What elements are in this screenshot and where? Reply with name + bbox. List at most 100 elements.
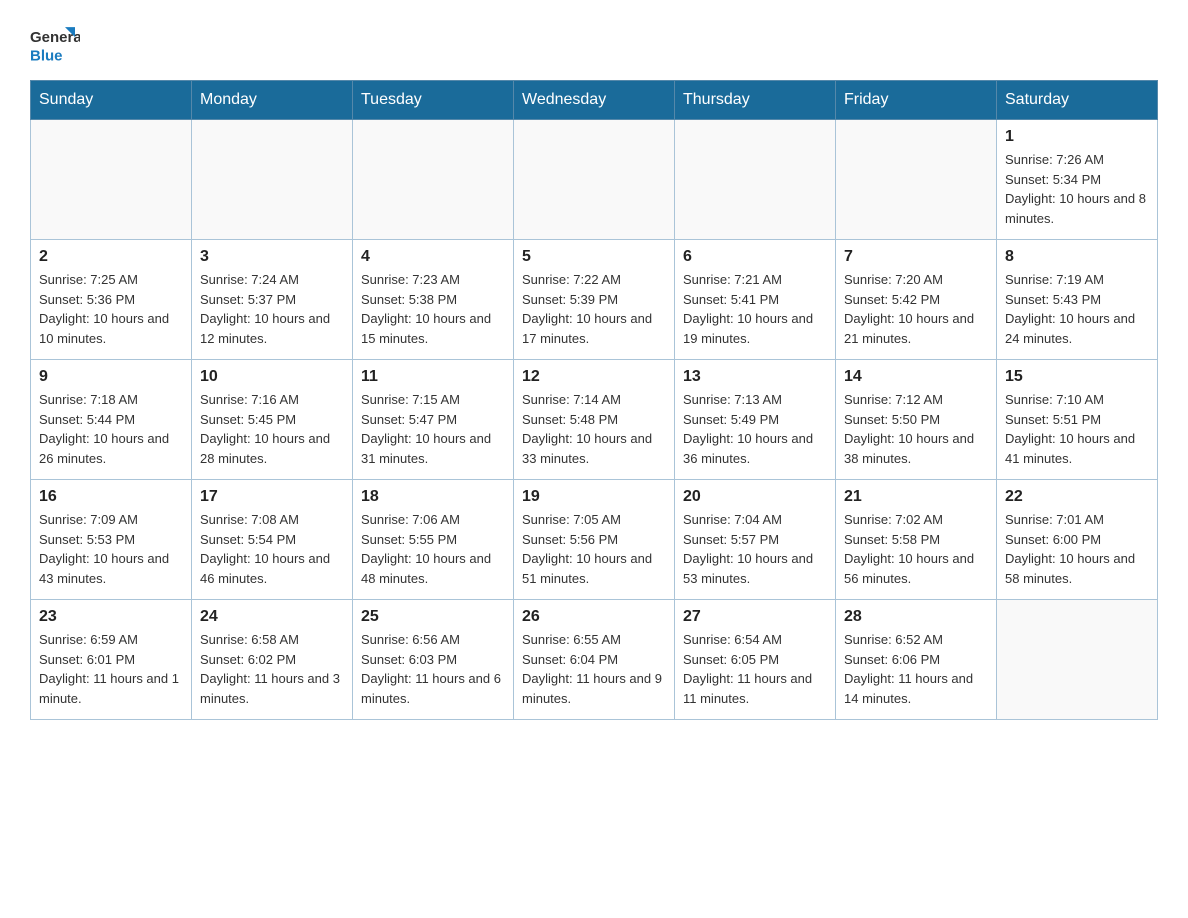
- calendar-cell: 7 Sunrise: 7:20 AMSunset: 5:42 PMDaylight…: [836, 240, 997, 360]
- day-number: 2: [39, 248, 183, 266]
- day-number: 26: [522, 608, 666, 626]
- calendar-cell: 26 Sunrise: 6:55 AMSunset: 6:04 PMDayligh…: [514, 600, 675, 720]
- day-info: Sunrise: 6:58 AMSunset: 6:02 PMDaylight:…: [200, 630, 344, 708]
- day-of-week-header: Monday: [192, 81, 353, 120]
- day-info: Sunrise: 7:08 AMSunset: 5:54 PMDaylight:…: [200, 510, 344, 588]
- calendar-cell: 3 Sunrise: 7:24 AMSunset: 5:37 PMDaylight…: [192, 240, 353, 360]
- calendar-cell: 13Sunrise: 7:13 AMSunset: 5:49 PMDayligh…: [675, 360, 836, 480]
- day-number: 23: [39, 608, 183, 626]
- day-info: Sunrise: 7:24 AMSunset: 5:37 PMDaylight:…: [200, 270, 344, 348]
- day-info: Sunrise: 7:15 AMSunset: 5:47 PMDaylight:…: [361, 390, 505, 468]
- day-number: 4: [361, 248, 505, 266]
- day-info: Sunrise: 7:26 AMSunset: 5:34 PMDaylight:…: [1005, 150, 1149, 228]
- calendar-cell: 21 Sunrise: 7:02 AMSunset: 5:58 PMDayligh…: [836, 480, 997, 600]
- day-info: Sunrise: 7:16 AMSunset: 5:45 PMDaylight:…: [200, 390, 344, 468]
- day-info: Sunrise: 7:10 AMSunset: 5:51 PMDaylight:…: [1005, 390, 1149, 468]
- day-info: Sunrise: 6:55 AMSunset: 6:04 PMDaylight:…: [522, 630, 666, 708]
- day-number: 17: [200, 488, 344, 506]
- calendar-cell: 12Sunrise: 7:14 AMSunset: 5:48 PMDayligh…: [514, 360, 675, 480]
- calendar-cell: 22 Sunrise: 7:01 AMSunset: 6:00 PMDayligh…: [997, 480, 1158, 600]
- day-number: 15: [1005, 368, 1149, 386]
- calendar-cell: [675, 120, 836, 240]
- day-info: Sunrise: 7:20 AMSunset: 5:42 PMDaylight:…: [844, 270, 988, 348]
- day-info: Sunrise: 7:09 AMSunset: 5:53 PMDaylight:…: [39, 510, 183, 588]
- calendar-week-row: 9Sunrise: 7:18 AMSunset: 5:44 PMDaylight…: [31, 360, 1158, 480]
- day-number: 28: [844, 608, 988, 626]
- calendar-cell: [997, 600, 1158, 720]
- calendar-week-row: 23Sunrise: 6:59 AMSunset: 6:01 PMDayligh…: [31, 600, 1158, 720]
- calendar-cell: [192, 120, 353, 240]
- calendar-week-row: 2 Sunrise: 7:25 AMSunset: 5:36 PMDaylight…: [31, 240, 1158, 360]
- day-of-week-header: Wednesday: [514, 81, 675, 120]
- day-info: Sunrise: 7:13 AMSunset: 5:49 PMDaylight:…: [683, 390, 827, 468]
- calendar-cell: 28 Sunrise: 6:52 AMSunset: 6:06 PMDayligh…: [836, 600, 997, 720]
- day-info: Sunrise: 6:52 AMSunset: 6:06 PMDaylight:…: [844, 630, 988, 708]
- day-info: Sunrise: 7:18 AMSunset: 5:44 PMDaylight:…: [39, 390, 183, 468]
- calendar-cell: 20 Sunrise: 7:04 AMSunset: 5:57 PMDayligh…: [675, 480, 836, 600]
- day-number: 7: [844, 248, 988, 266]
- calendar-cell: 19 Sunrise: 7:05 AMSunset: 5:56 PMDayligh…: [514, 480, 675, 600]
- calendar-cell: 6 Sunrise: 7:21 AMSunset: 5:41 PMDaylight…: [675, 240, 836, 360]
- day-number: 3: [200, 248, 344, 266]
- calendar-week-row: 16Sunrise: 7:09 AMSunset: 5:53 PMDayligh…: [31, 480, 1158, 600]
- day-info: Sunrise: 7:02 AMSunset: 5:58 PMDaylight:…: [844, 510, 988, 588]
- calendar-cell: 4 Sunrise: 7:23 AMSunset: 5:38 PMDaylight…: [353, 240, 514, 360]
- day-number: 27: [683, 608, 827, 626]
- calendar-cell: [836, 120, 997, 240]
- logo-icon: General Blue: [30, 20, 80, 70]
- calendar-cell: 16Sunrise: 7:09 AMSunset: 5:53 PMDayligh…: [31, 480, 192, 600]
- calendar-cell: 23Sunrise: 6:59 AMSunset: 6:01 PMDayligh…: [31, 600, 192, 720]
- day-number: 20: [683, 488, 827, 506]
- calendar-week-row: 1 Sunrise: 7:26 AMSunset: 5:34 PMDaylight…: [31, 120, 1158, 240]
- day-info: Sunrise: 7:22 AMSunset: 5:39 PMDaylight:…: [522, 270, 666, 348]
- day-of-week-header: Sunday: [31, 81, 192, 120]
- day-info: Sunrise: 7:25 AMSunset: 5:36 PMDaylight:…: [39, 270, 183, 348]
- calendar-cell: 5Sunrise: 7:22 AMSunset: 5:39 PMDaylight…: [514, 240, 675, 360]
- day-number: 24: [200, 608, 344, 626]
- day-info: Sunrise: 7:04 AMSunset: 5:57 PMDaylight:…: [683, 510, 827, 588]
- calendar-cell: 15 Sunrise: 7:10 AMSunset: 5:51 PMDayligh…: [997, 360, 1158, 480]
- calendar-cell: 10 Sunrise: 7:16 AMSunset: 5:45 PMDayligh…: [192, 360, 353, 480]
- day-info: Sunrise: 7:19 AMSunset: 5:43 PMDaylight:…: [1005, 270, 1149, 348]
- calendar-cell: 27 Sunrise: 6:54 AMSunset: 6:05 PMDayligh…: [675, 600, 836, 720]
- calendar-cell: 9Sunrise: 7:18 AMSunset: 5:44 PMDaylight…: [31, 360, 192, 480]
- day-number: 25: [361, 608, 505, 626]
- day-of-week-header: Saturday: [997, 81, 1158, 120]
- day-info: Sunrise: 7:12 AMSunset: 5:50 PMDaylight:…: [844, 390, 988, 468]
- day-number: 18: [361, 488, 505, 506]
- day-info: Sunrise: 7:23 AMSunset: 5:38 PMDaylight:…: [361, 270, 505, 348]
- calendar-cell: 24 Sunrise: 6:58 AMSunset: 6:02 PMDayligh…: [192, 600, 353, 720]
- day-of-week-header: Thursday: [675, 81, 836, 120]
- calendar-cell: 2 Sunrise: 7:25 AMSunset: 5:36 PMDaylight…: [31, 240, 192, 360]
- day-number: 22: [1005, 488, 1149, 506]
- day-number: 8: [1005, 248, 1149, 266]
- day-info: Sunrise: 7:14 AMSunset: 5:48 PMDaylight:…: [522, 390, 666, 468]
- calendar-cell: 1 Sunrise: 7:26 AMSunset: 5:34 PMDaylight…: [997, 120, 1158, 240]
- svg-text:Blue: Blue: [30, 47, 63, 64]
- calendar-cell: 11Sunrise: 7:15 AMSunset: 5:47 PMDayligh…: [353, 360, 514, 480]
- calendar-cell: 8 Sunrise: 7:19 AMSunset: 5:43 PMDaylight…: [997, 240, 1158, 360]
- calendar-cell: 14 Sunrise: 7:12 AMSunset: 5:50 PMDayligh…: [836, 360, 997, 480]
- day-number: 1: [1005, 128, 1149, 146]
- day-info: Sunrise: 7:21 AMSunset: 5:41 PMDaylight:…: [683, 270, 827, 348]
- calendar-cell: 18 Sunrise: 7:06 AMSunset: 5:55 PMDayligh…: [353, 480, 514, 600]
- day-number: 21: [844, 488, 988, 506]
- day-info: Sunrise: 7:06 AMSunset: 5:55 PMDaylight:…: [361, 510, 505, 588]
- day-info: Sunrise: 6:56 AMSunset: 6:03 PMDaylight:…: [361, 630, 505, 708]
- day-info: Sunrise: 7:01 AMSunset: 6:00 PMDaylight:…: [1005, 510, 1149, 588]
- day-number: 10: [200, 368, 344, 386]
- day-info: Sunrise: 6:54 AMSunset: 6:05 PMDaylight:…: [683, 630, 827, 708]
- calendar-cell: [31, 120, 192, 240]
- day-number: 14: [844, 368, 988, 386]
- calendar-cell: 17 Sunrise: 7:08 AMSunset: 5:54 PMDayligh…: [192, 480, 353, 600]
- day-of-week-header: Friday: [836, 81, 997, 120]
- day-info: Sunrise: 7:05 AMSunset: 5:56 PMDaylight:…: [522, 510, 666, 588]
- page-header: General Blue: [30, 20, 1158, 70]
- calendar-table: SundayMondayTuesdayWednesdayThursdayFrid…: [30, 80, 1158, 720]
- day-number: 6: [683, 248, 827, 266]
- calendar-header-row: SundayMondayTuesdayWednesdayThursdayFrid…: [31, 81, 1158, 120]
- calendar-cell: [353, 120, 514, 240]
- logo: General Blue: [30, 20, 80, 70]
- calendar-cell: 25 Sunrise: 6:56 AMSunset: 6:03 PMDayligh…: [353, 600, 514, 720]
- day-number: 19: [522, 488, 666, 506]
